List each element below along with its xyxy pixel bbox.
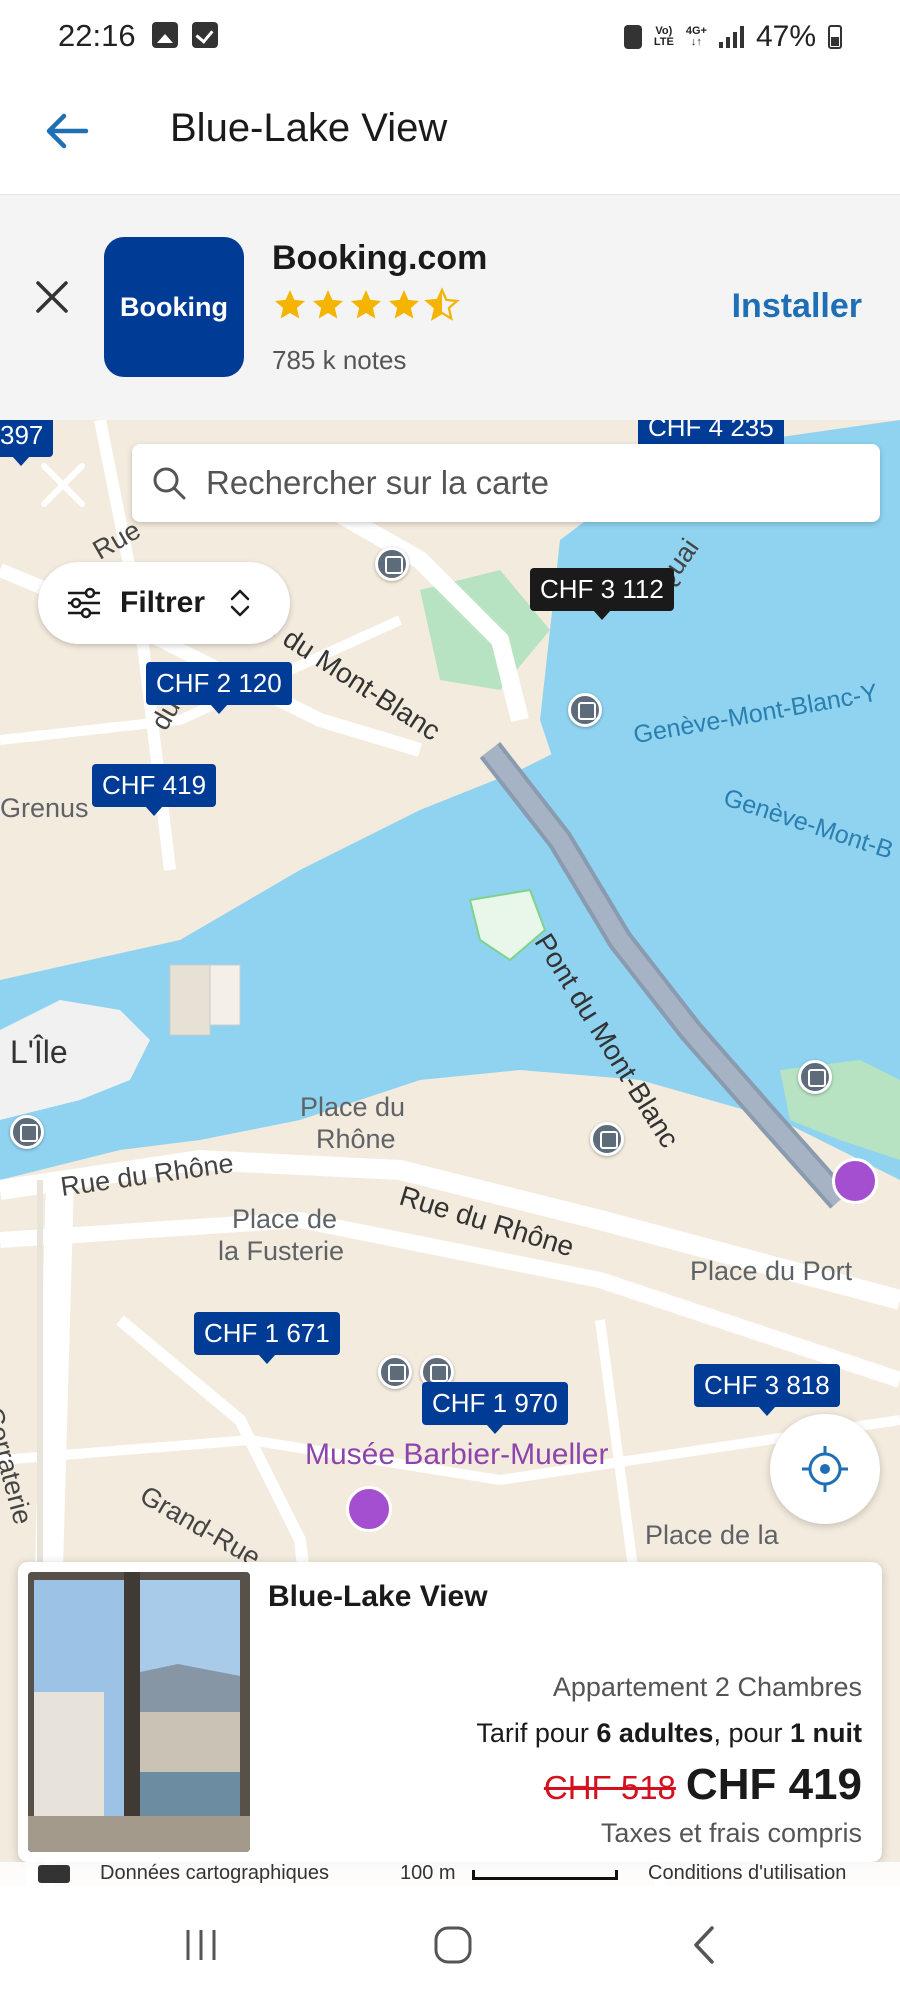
price-pin-top-left[interactable]: 397 — [0, 420, 54, 466]
property-type: Appartement 2 Chambres — [552, 1672, 862, 1702]
booking-app-icon[interactable]: Booking — [104, 237, 244, 377]
data-indicator: 4G+ ↓↑ — [686, 26, 707, 48]
star-icon — [275, 290, 305, 319]
camera-poi-icon[interactable] — [832, 1158, 878, 1204]
app-name: Booking.com — [272, 239, 488, 277]
star-icon — [351, 290, 381, 319]
home-icon[interactable] — [428, 1920, 478, 1970]
filter-button[interactable]: Filtrer — [38, 562, 290, 644]
search-icon — [153, 467, 186, 500]
signal-icon — [718, 26, 744, 48]
map-label-l-ile: L'Île — [10, 1034, 68, 1070]
close-icon[interactable] — [34, 279, 70, 315]
page-title: Blue-Lake View — [170, 106, 448, 150]
property-title: Blue-Lake View — [268, 1580, 488, 1613]
nfc-icon — [623, 25, 642, 49]
star-icon — [389, 290, 419, 319]
scale-bar — [472, 1870, 618, 1880]
map-label-place-madeleine: Place de la — [645, 1520, 779, 1550]
status-notification-icons — [152, 22, 218, 48]
scale-label: 100 m — [400, 1862, 456, 1884]
status-bar: 22:16 Vo) LTE 4G+ ↓↑ 47% — [0, 0, 900, 76]
ferry-stop-icon[interactable] — [798, 1060, 832, 1094]
app-icon-label: Booking — [120, 291, 228, 322]
review-count: 785 k notes — [272, 345, 407, 375]
crosshair-icon — [802, 1446, 848, 1492]
status-time: 22:16 — [58, 18, 136, 53]
checkbox-icon — [192, 22, 218, 48]
taxes-note: Taxes et frais compris — [600, 1818, 862, 1848]
battery-icon — [828, 25, 842, 49]
app-install-banner: Booking Booking.com 785 k notes Installe… — [0, 194, 900, 420]
price-row: CHF 518 CHF 419 — [544, 1760, 862, 1810]
keyboard-icon[interactable] — [38, 1865, 70, 1883]
ferry-stop-icon[interactable] — [590, 1122, 624, 1156]
my-location-button[interactable] — [770, 1414, 880, 1524]
tram-stop-icon[interactable] — [378, 1355, 412, 1389]
rate-info: Tarif pour 6 adultes, pour 1 nuit — [476, 1718, 862, 1749]
bus-stop-icon[interactable] — [375, 547, 409, 581]
volte-indicator: Vo) LTE — [654, 26, 674, 48]
sliders-icon — [68, 587, 100, 619]
price-pin-419[interactable]: CHF 419 — [92, 764, 217, 816]
price-pin-2120[interactable]: CHF 2 120 — [146, 662, 292, 714]
current-price: CHF 419 — [685, 1760, 862, 1809]
map-attribution: Données cartographiques 100 m Conditions… — [0, 1862, 900, 1886]
chevron-up-down-icon — [230, 589, 250, 617]
price-pin-3112[interactable]: CHF 3 112 — [530, 568, 674, 620]
volte-bottom: LTE — [653, 36, 674, 48]
half-star-icon — [424, 287, 460, 321]
recent-apps-icon[interactable] — [176, 1920, 226, 1970]
map-label-place-fusterie-1: Place de — [232, 1204, 338, 1234]
price-pin-3818[interactable]: CHF 3 818 — [694, 1364, 840, 1416]
arrow-left-icon[interactable] — [42, 106, 92, 156]
window-view-image — [28, 1572, 250, 1852]
star-icon — [313, 290, 343, 319]
rate-prefix: Tarif pour — [476, 1718, 597, 1748]
system-nav-bar — [0, 1886, 900, 2000]
map-label-place-rhone-2: Rhône — [316, 1124, 396, 1154]
data-bottom: ↓↑ — [690, 36, 702, 48]
bus-stop-icon[interactable] — [10, 1115, 44, 1149]
filter-label: Filtrer — [120, 586, 206, 619]
search-placeholder: Rechercher sur la carte — [206, 464, 549, 501]
back-nav-icon[interactable] — [680, 1920, 730, 1970]
map-label-grenus: Grenus — [0, 793, 89, 823]
map-label-place-fusterie-2: la Fusterie — [218, 1236, 345, 1266]
install-button[interactable]: Installer — [732, 287, 862, 326]
ferry-stop-icon[interactable] — [568, 693, 602, 727]
battery-percent: 47% — [755, 20, 816, 53]
map-data-label: Données cartographiques — [100, 1862, 330, 1884]
museum-icon[interactable] — [346, 1486, 392, 1532]
gallery-icon — [152, 22, 178, 48]
rate-mid: , pour — [713, 1718, 790, 1748]
price-pin-1671[interactable]: CHF 1 671 — [194, 1312, 340, 1364]
terms-link[interactable]: Conditions d'utilisation — [648, 1862, 846, 1885]
rating-stars — [272, 287, 460, 323]
map-view[interactable]: Rue Rue du Mont-Blanc du Ce Grenus Quai … — [0, 420, 900, 1886]
close-map-icon[interactable] — [38, 460, 88, 510]
map-label-place-port: Place du Port — [690, 1256, 853, 1286]
map-label-musee: Musée Barbier-Mueller — [305, 1438, 609, 1471]
status-right-icons: Vo) LTE 4G+ ↓↑ 47% — [623, 20, 842, 54]
page: 22:16 Vo) LTE 4G+ ↓↑ 47% Blue-Lake View … — [0, 0, 900, 2000]
rate-nights: 1 nuit — [790, 1718, 862, 1748]
rate-guests: 6 adultes — [596, 1718, 714, 1748]
original-price: CHF 518 — [543, 1769, 676, 1806]
map-search-input[interactable]: Rechercher sur la carte — [132, 444, 880, 522]
map-label-place-rhone-1: Place du — [300, 1092, 406, 1122]
property-card[interactable]: Blue-Lake View Appartement 2 Chambres Ta… — [18, 1562, 882, 1862]
app-bar: Blue-Lake View — [0, 76, 900, 194]
price-pin-1970[interactable]: CHF 1 970 — [422, 1382, 568, 1434]
property-photo — [28, 1572, 250, 1852]
